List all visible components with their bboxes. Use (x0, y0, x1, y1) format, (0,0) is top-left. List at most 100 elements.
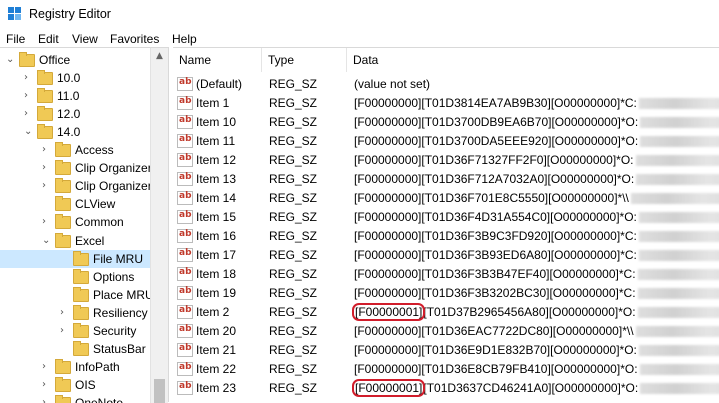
tree-item-excel[interactable]: ⌄ Excel (0, 232, 150, 250)
tree-item-access[interactable]: › Access (0, 141, 150, 159)
tree-item-14-0[interactable]: ⌄ 14.0 (0, 123, 150, 141)
value-row[interactable]: ab Item 14 REG_SZ [F00000000][T01D36F701E8C… (173, 189, 719, 208)
value-data-text: [T01D36F4D31A554C0][O00000000]*O: (421, 210, 637, 224)
value-name: Item 1 (196, 96, 230, 110)
tree-item-common[interactable]: › Common (0, 213, 150, 231)
value-row[interactable]: ab Item 21 REG_SZ [F00000000][T01D36E9D1E83… (173, 341, 719, 360)
folder-icon (37, 70, 53, 86)
value-type: REG_SZ (269, 248, 318, 262)
value-row[interactable]: ab (Default) REG_SZ (value not set) (173, 75, 719, 94)
value-row[interactable]: ab Item 18 REG_SZ [F00000000][T01D36F3B3B47… (173, 265, 719, 284)
tree-item-options[interactable]: Options (0, 268, 150, 286)
value-row[interactable]: ab Item 20 REG_SZ [F00000000][T01D36EAC7722… (173, 322, 719, 341)
tree-item-12-0[interactable]: › 12.0 (0, 105, 150, 123)
chevron-right-icon[interactable]: › (42, 397, 46, 403)
value-row[interactable]: ab Item 23 REG_SZ [F00000001][T01D3637CD462… (173, 379, 719, 398)
value-name: Item 11 (196, 134, 236, 148)
tree-item-11-0[interactable]: › 11.0 (0, 87, 150, 105)
menu-favorites[interactable]: Favorites (110, 32, 159, 46)
value-data: [F00000001][T01D37B2965456A80][O00000000… (351, 303, 719, 321)
value-type: REG_SZ (269, 286, 318, 300)
tree-item-clip-organizer[interactable]: › Clip Organizer (0, 159, 152, 177)
tree-item-statusbar[interactable]: StatusBar (0, 340, 150, 358)
value-data-text: [T01D36EAC7722DC80][O00000000]*\\ (421, 324, 634, 338)
flag-prefix: [F00000000] (354, 229, 422, 243)
folder-icon (55, 394, 71, 403)
chevron-right-icon[interactable]: › (24, 72, 28, 83)
folder-icon (37, 106, 53, 122)
chevron-down-icon[interactable]: ⌄ (24, 126, 32, 137)
value-row[interactable]: ab Item 2 REG_SZ [F00000001][T01D37B2965456… (173, 303, 719, 322)
value-row[interactable]: ab Item 1 REG_SZ [F00000000][T01D3814EA7AB9… (173, 94, 719, 113)
tree-item-resiliency[interactable]: › Resiliency (0, 304, 150, 322)
value-type: REG_SZ (269, 115, 318, 129)
folder-icon (73, 250, 89, 266)
flag-prefix: [F00000000] (354, 191, 422, 205)
value-row[interactable]: ab Item 10 REG_SZ [F00000000][T01D3700DB9EA… (173, 113, 719, 132)
value-data: [F00000000][T01D36F701E8C5550][O00000000… (354, 191, 719, 205)
chevron-right-icon[interactable]: › (42, 361, 46, 372)
chevron-right-icon[interactable]: › (42, 216, 46, 227)
value-type: REG_SZ (269, 229, 318, 243)
folder-icon (55, 160, 71, 176)
column-header-data[interactable]: Data (347, 48, 719, 72)
chevron-right-icon[interactable]: › (42, 180, 46, 191)
menu-help[interactable]: Help (172, 32, 197, 46)
flag-prefix: [F00000000] (354, 115, 422, 129)
tree-scrollbar[interactable]: ▲ (150, 48, 168, 403)
reg-string-icon: ab (177, 286, 193, 300)
value-row[interactable]: ab Item 16 REG_SZ [F00000000][T01D36F3B9C3F… (173, 227, 719, 246)
menu-view[interactable]: View (72, 32, 98, 46)
value-data-text: [T01D36F3B3B47EF40][O00000000]*C: (421, 267, 636, 281)
redacted-path (638, 345, 719, 357)
value-row[interactable]: ab Item 19 REG_SZ [F00000000][T01D36F3B3202… (173, 284, 719, 303)
tree-item-office[interactable]: ⌄ Office (0, 51, 150, 69)
tree-item-place-mru[interactable]: Place MRU (0, 286, 154, 304)
tree-item-file-mru[interactable]: File MRU (0, 249, 150, 268)
tree-item-label: Clip Organizer (75, 161, 152, 176)
value-row[interactable]: ab Item 15 REG_SZ [F00000000][T01D36F4D31A5… (173, 208, 719, 227)
value-data: [F00000000][T01D3700DA5EEE920][O00000000… (354, 134, 719, 148)
tree-item-10-0[interactable]: › 10.0 (0, 69, 150, 87)
value-data: [F00000000][T01D36E9D1E832B70][O00000000… (354, 343, 719, 357)
tree-item-infopath[interactable]: › InfoPath (0, 358, 150, 376)
scroll-thumb[interactable] (154, 379, 165, 403)
value-type: REG_SZ (269, 324, 318, 338)
chevron-down-icon[interactable]: ⌄ (42, 235, 50, 246)
chevron-right-icon[interactable]: › (42, 379, 46, 390)
column-header-type[interactable]: Type (262, 48, 347, 72)
column-header-name[interactable]: Name (173, 48, 262, 72)
scroll-up-icon[interactable]: ▲ (151, 48, 168, 65)
value-data-text: [T01D36F701E8C5550][O00000000]*\\ (421, 191, 629, 205)
tree-item-ois[interactable]: › OIS (0, 376, 150, 394)
tree-item-clip-organizerde[interactable]: › Clip OrganizerDE (0, 177, 168, 195)
value-data-text: [T01D3814EA7AB9B30][O00000000]*C: (421, 96, 637, 110)
value-row[interactable]: ab Item 11 REG_SZ [F00000000][T01D3700DA5EE… (173, 132, 719, 151)
tree-item-security[interactable]: › Security (0, 322, 150, 340)
tree-item-label: Office (39, 53, 71, 67)
flag-prefix: [F00000000] (354, 153, 422, 167)
tree-item-label: Excel (75, 233, 105, 248)
chevron-right-icon[interactable]: › (60, 307, 64, 318)
chevron-right-icon[interactable]: › (42, 144, 46, 155)
chevron-right-icon[interactable]: › (60, 325, 64, 336)
reg-string-icon: ab (177, 115, 193, 129)
menu-edit[interactable]: Edit (38, 32, 59, 46)
value-type: REG_SZ (269, 305, 318, 319)
value-row[interactable]: ab Item 22 REG_SZ [F00000000][T01D36E8CB79F… (173, 360, 719, 379)
chevron-right-icon[interactable]: › (24, 108, 28, 119)
value-row[interactable]: ab Item 13 REG_SZ [F00000000][T01D36F712A70… (173, 170, 719, 189)
tree-item-clview[interactable]: CLView (0, 195, 150, 213)
folder-icon (55, 358, 71, 374)
values-list-pane: Name Type Data ab (Default) REG_SZ (value n… (173, 47, 719, 403)
folder-icon (55, 142, 71, 158)
chevron-right-icon[interactable]: › (24, 90, 28, 101)
chevron-right-icon[interactable]: › (42, 162, 46, 173)
value-row[interactable]: ab Item 12 REG_SZ [F00000000][T01D36F71327F… (173, 151, 719, 170)
reg-string-icon: ab (177, 362, 193, 376)
tree-item-label: 14.0 (57, 125, 81, 140)
chevron-down-icon[interactable]: ⌄ (6, 54, 14, 65)
menu-file[interactable]: File (6, 32, 25, 46)
value-row[interactable]: ab Item 17 REG_SZ [F00000000][T01D36F3B93ED… (173, 246, 719, 265)
value-data-text: [T01D37B2965456A80][O00000000]*O: (423, 305, 636, 319)
